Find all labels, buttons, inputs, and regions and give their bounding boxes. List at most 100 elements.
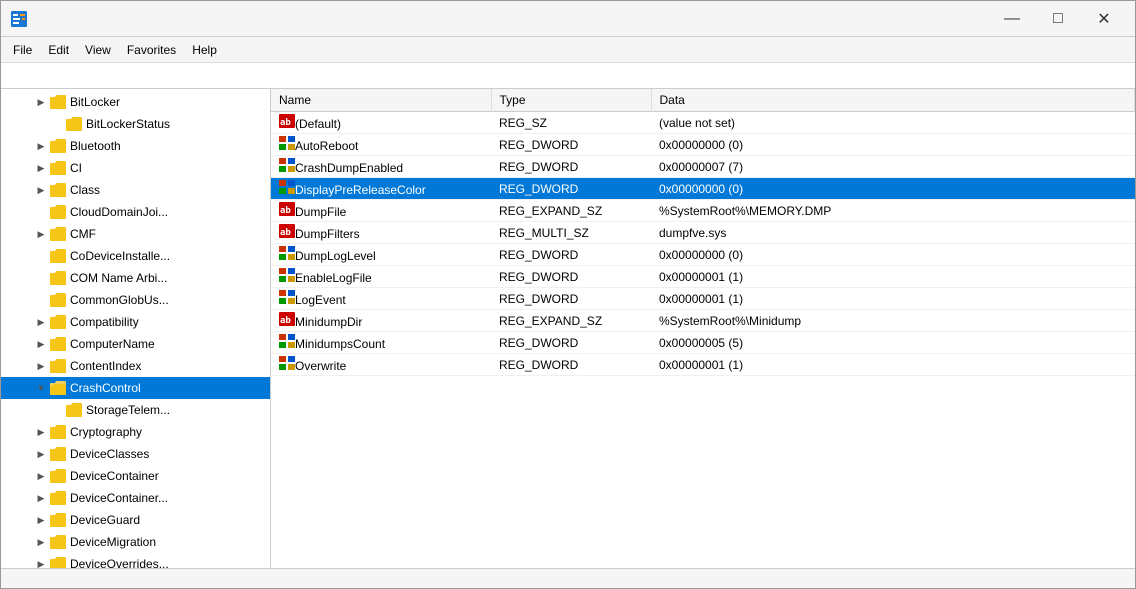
table-row[interactable]: ab MinidumpDirREG_EXPAND_SZ%SystemRoot%\… — [271, 310, 1135, 332]
menu-edit[interactable]: Edit — [40, 41, 77, 59]
cell-name: DumpLogLevel — [271, 244, 491, 266]
tree-item-devicecontainer2[interactable]: ▶ DeviceContainer... — [1, 487, 270, 509]
cell-type: REG_DWORD — [491, 156, 651, 178]
folder-open-icon — [49, 380, 67, 396]
cell-type: REG_DWORD — [491, 244, 651, 266]
expand-icon — [33, 204, 49, 220]
menu-file[interactable]: File — [5, 41, 40, 59]
table-row[interactable]: ab DumpFileREG_EXPAND_SZ%SystemRoot%\MEM… — [271, 200, 1135, 222]
tree-label: DeviceMigration — [70, 535, 156, 549]
tree-panel[interactable]: ▶ BitLocker — [1, 89, 271, 568]
tree-item-devicemigration[interactable]: ▶ DeviceMigration — [1, 531, 270, 553]
table-row[interactable]: ab DumpFiltersREG_MULTI_SZdumpfve.sys — [271, 222, 1135, 244]
tree-item-deviceoverrides[interactable]: ▶ DeviceOverrides... — [1, 553, 270, 568]
tree-item-cmf[interactable]: ▶ CMF — [1, 223, 270, 245]
folder-icon — [49, 446, 67, 462]
maximize-button[interactable]: □ — [1035, 4, 1081, 34]
cell-data: %SystemRoot%\MEMORY.DMP — [651, 200, 1135, 222]
expand-icon — [49, 116, 65, 132]
address-bar — [1, 63, 1135, 89]
table-row[interactable]: LogEvent REG_DWORD0x00000001 (1) — [271, 288, 1135, 310]
cell-type: REG_DWORD — [491, 354, 651, 376]
tree-item-cryptography[interactable]: ▶ Cryptography — [1, 421, 270, 443]
cell-type: REG_DWORD — [491, 332, 651, 354]
col-name[interactable]: Name — [271, 89, 491, 112]
tree-item-deviceguard[interactable]: ▶ DeviceGuard — [1, 509, 270, 531]
tree-label: ComputerName — [70, 337, 155, 351]
cell-type: REG_DWORD — [491, 266, 651, 288]
table-row[interactable]: DisplayPreReleaseColorREG_DWORD0x0000000… — [271, 178, 1135, 200]
table-row[interactable]: OverwriteREG_DWORD0x00000001 (1) — [271, 354, 1135, 376]
tree-item-bluetooth[interactable]: ▶ Bluetooth — [1, 135, 270, 157]
expand-icon: ▶ — [33, 226, 49, 242]
expand-icon: ▶ — [33, 556, 49, 568]
reg-entry-name: LogEvent — [295, 293, 346, 307]
status-bar — [1, 568, 1135, 588]
svg-text:ab: ab — [280, 228, 291, 238]
details-panel[interactable]: Name Type Data ab (Default)REG_SZ(value … — [271, 89, 1135, 568]
table-row[interactable]: DumpLogLevelREG_DWORD0x00000000 (0) — [271, 244, 1135, 266]
folder-icon — [49, 292, 67, 308]
tree-item-contentindex[interactable]: ▶ ContentIndex — [1, 355, 270, 377]
tree-item-deviceclasses[interactable]: ▶ DeviceClasses — [1, 443, 270, 465]
tree-label: CommonGlobUs... — [70, 293, 169, 307]
tree-item-compatibility[interactable]: ▶ Compatibility — [1, 311, 270, 333]
table-row[interactable]: AutoRebootREG_DWORD0x00000000 (0) — [271, 134, 1135, 156]
reg-entry-name: DisplayPreReleaseColor — [295, 183, 426, 197]
cell-data: 0x00000001 (1) — [651, 288, 1135, 310]
expand-icon: ▶ — [33, 358, 49, 374]
minimize-button[interactable]: — — [989, 4, 1035, 34]
tree-label: CoDeviceInstalle... — [70, 249, 170, 263]
tree-item-clouddomainjoin[interactable]: CloudDomainJoi... — [1, 201, 270, 223]
table-row[interactable]: CrashDumpEnabledREG_DWORD0x00000007 (7) — [271, 156, 1135, 178]
cell-data: dumpfve.sys — [651, 222, 1135, 244]
cell-data: 0x00000000 (0) — [651, 178, 1135, 200]
tree-label: DeviceGuard — [70, 513, 140, 527]
cell-data: (value not set) — [651, 112, 1135, 134]
folder-icon — [49, 204, 67, 220]
tree-item-computername[interactable]: ▶ ComputerName — [1, 333, 270, 355]
tree-item-crashcontrol[interactable]: ▼ CrashControl — [1, 377, 270, 399]
registry-table: Name Type Data ab (Default)REG_SZ(value … — [271, 89, 1135, 376]
tree-item-devicecontainer1[interactable]: ▶ DeviceContainer — [1, 465, 270, 487]
tree-label: BitLocker — [70, 95, 120, 109]
table-row[interactable]: MinidumpsCountREG_DWORD0x00000005 (5) — [271, 332, 1135, 354]
tree-item-class[interactable]: ▶ Class — [1, 179, 270, 201]
cell-data: 0x00000000 (0) — [651, 244, 1135, 266]
tree-item-commonglobus[interactable]: CommonGlobUs... — [1, 289, 270, 311]
table-row[interactable]: EnableLogFileREG_DWORD0x00000001 (1) — [271, 266, 1135, 288]
tree-label: Compatibility — [70, 315, 139, 329]
expand-icon: ▶ — [33, 314, 49, 330]
cell-data: 0x00000005 (5) — [651, 332, 1135, 354]
close-button[interactable]: ✕ — [1081, 4, 1127, 34]
table-row[interactable]: ab (Default)REG_SZ(value not set) — [271, 112, 1135, 134]
folder-icon — [49, 94, 67, 110]
tree-item-bitlockerstatus[interactable]: BitLockerStatus — [1, 113, 270, 135]
tree-label: Bluetooth — [70, 139, 121, 153]
menu-help[interactable]: Help — [184, 41, 225, 59]
tree-item-bitlocker[interactable]: ▶ BitLocker — [1, 91, 270, 113]
cell-type: REG_DWORD — [491, 288, 651, 310]
folder-icon — [49, 534, 67, 550]
title-bar-controls: — □ ✕ — [989, 4, 1127, 34]
expand-icon — [33, 292, 49, 308]
folder-icon — [49, 468, 67, 484]
tree-item-storagetelemetry[interactable]: StorageTelem... — [1, 399, 270, 421]
menu-view[interactable]: View — [77, 41, 119, 59]
cell-type: REG_EXPAND_SZ — [491, 310, 651, 332]
menu-favorites[interactable]: Favorites — [119, 41, 184, 59]
tree-label: StorageTelem... — [86, 403, 170, 417]
tree-item-ci[interactable]: ▶ CI — [1, 157, 270, 179]
tree-item-comnamearbi[interactable]: COM Name Arbi... — [1, 267, 270, 289]
tree-label: DeviceContainer... — [70, 491, 168, 505]
tree-item-codeviceinstalle[interactable]: CoDeviceInstalle... — [1, 245, 270, 267]
tree-label: CrashControl — [70, 381, 141, 395]
expand-icon-open: ▼ — [33, 380, 49, 396]
col-data[interactable]: Data — [651, 89, 1135, 112]
cell-data: 0x00000007 (7) — [651, 156, 1135, 178]
col-type[interactable]: Type — [491, 89, 651, 112]
folder-icon — [49, 490, 67, 506]
folder-icon — [49, 226, 67, 242]
svg-text:ab: ab — [280, 118, 291, 128]
folder-icon — [65, 402, 83, 418]
